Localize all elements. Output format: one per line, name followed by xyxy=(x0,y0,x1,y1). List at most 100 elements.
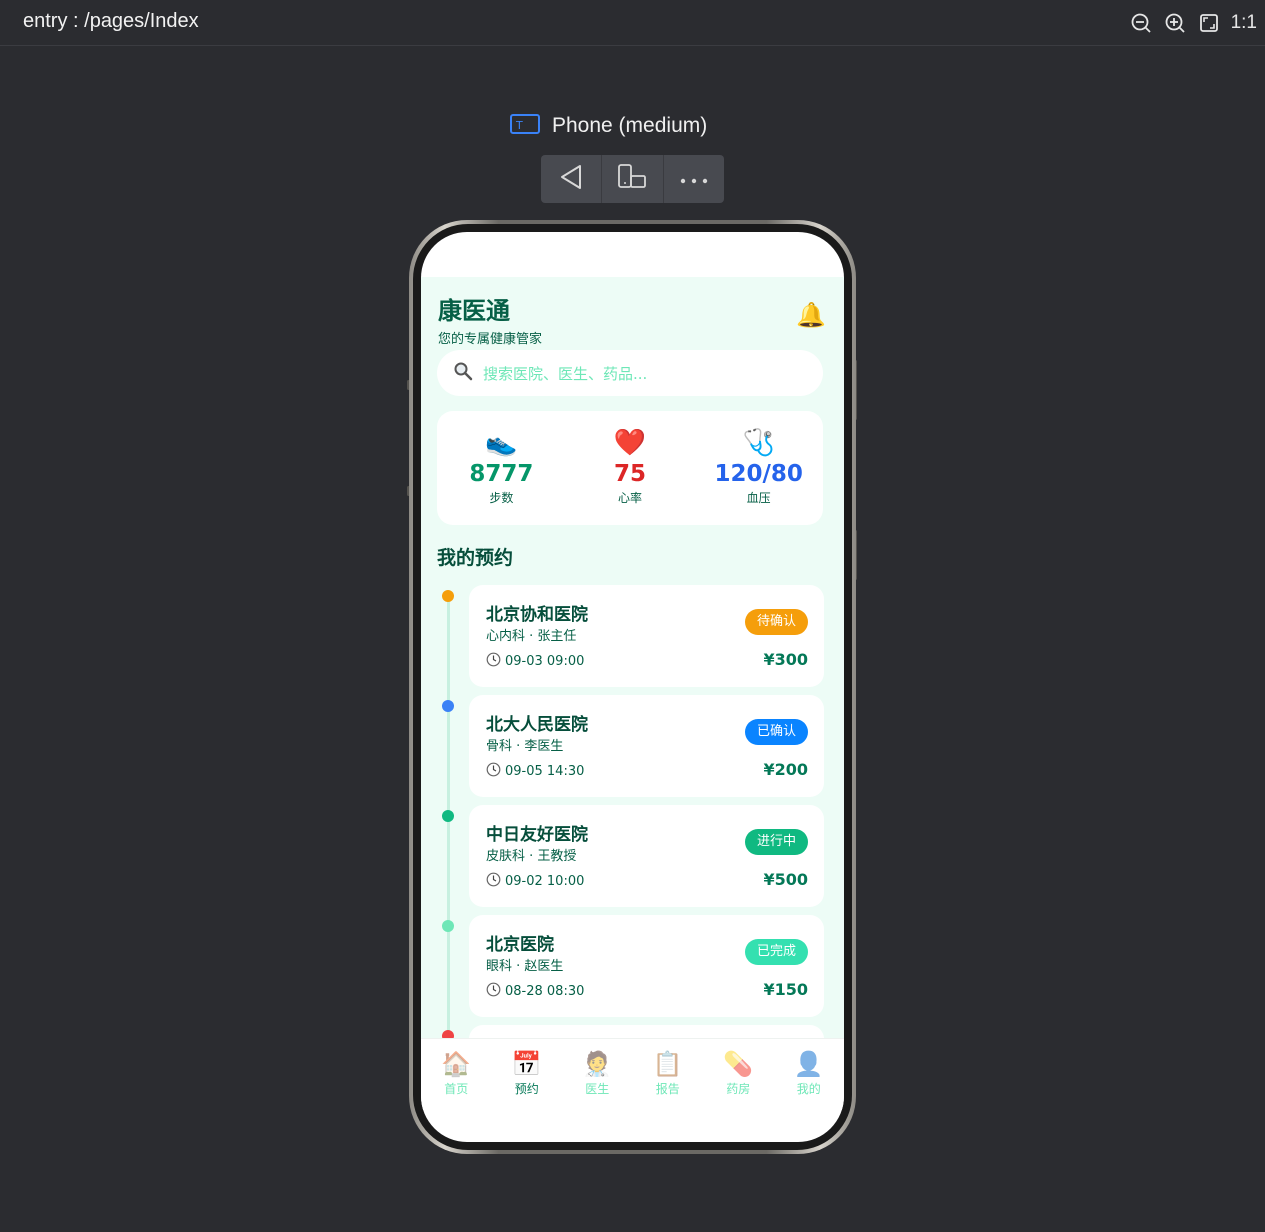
tab-calendar[interactable]: 📅 预约 xyxy=(492,1039,563,1110)
app-title: 康医通 xyxy=(438,297,510,325)
appointment-time: 09-05 14:30 xyxy=(486,762,584,781)
stat-value: 75 xyxy=(614,461,647,487)
stethoscope-icon: 🩺 xyxy=(742,428,775,458)
tab-user[interactable]: 👤 我的 xyxy=(774,1039,845,1110)
user-icon: 👤 xyxy=(793,1050,824,1078)
fit-screen-icon[interactable] xyxy=(1197,11,1221,35)
section-title: 我的预约 xyxy=(437,547,514,569)
appointment-card[interactable]: 中日友好医院皮肤科 · 王教授 09-02 10:00 进行中 ¥500 xyxy=(469,805,824,907)
search-icon xyxy=(453,361,473,385)
appointment-card[interactable]: 北大人民医院 骨科 · 李医生 09-05 14:30 已确认 ¥200 xyxy=(469,695,824,797)
phone-screen: 康医通 您的专属健康管家 🔔 搜索医院、医生、药品... 👟 8777 步数 ❤️ 75… xyxy=(421,232,844,1142)
ide-toolbar: entry : /pages/Index 1:1 xyxy=(0,0,1265,46)
health-stats-card: 👟 8777 步数 ❤️ 75 心率 🩺 120/80 血压 xyxy=(437,411,823,525)
search-input[interactable]: 搜索医院、医生、药品... xyxy=(483,363,647,384)
app-header: 康医通 您的专属健康管家 xyxy=(438,291,542,347)
timeline-dot xyxy=(442,920,454,932)
appointment-item: 北京协和医院心内科 · 张主任 09-03 09:00 待确认 ¥300 xyxy=(437,585,825,695)
back-triangle-icon xyxy=(558,163,584,195)
time-text: 09-02 10:00 xyxy=(505,874,585,889)
appointment-card[interactable]: 北京协和医院心内科 · 张主任 09-03 09:00 待确认 ¥300 xyxy=(469,585,824,687)
status-badge: 进行中 xyxy=(744,829,808,855)
department-doctor: 皮肤科 · 王教授 xyxy=(486,849,577,864)
zoom-tools: 1:1 xyxy=(1129,11,1257,35)
appointment-price: ¥300 xyxy=(763,650,808,669)
appointment-price: ¥200 xyxy=(763,760,808,779)
tab-label: 我的 xyxy=(796,1082,821,1096)
device-name: Phone (medium) xyxy=(552,114,708,137)
tab-house[interactable]: 🏠 首页 xyxy=(421,1039,492,1110)
department-doctor: 眼科 · 赵医生 xyxy=(486,959,564,974)
tab-label: 首页 xyxy=(444,1082,469,1096)
appointment-price: ¥150 xyxy=(763,980,808,999)
status-badge: 已完成 xyxy=(744,939,808,965)
zoom-in-icon[interactable] xyxy=(1163,11,1187,35)
tab-pill[interactable]: 💊 药房 xyxy=(703,1039,774,1110)
time-text: 08-28 08:30 xyxy=(505,984,585,999)
phone-bezel: 康医通 您的专属健康管家 🔔 搜索医院、医生、药品... 👟 8777 步数 ❤️ 75… xyxy=(413,224,852,1150)
actual-size-button[interactable]: 1:1 xyxy=(1231,12,1257,34)
appointment-timeline: 北京协和医院 心内科 · 张主任 09-03 09:00 待确认 ¥300 北大人民医院骨… xyxy=(437,585,825,1038)
clock-icon xyxy=(486,872,501,891)
rotate-button[interactable] xyxy=(602,155,664,203)
stat-item[interactable]: 👟 8777 步数 xyxy=(437,411,566,525)
stat-item[interactable]: ❤️ 75 心率 xyxy=(566,411,695,525)
stat-label: 血压 xyxy=(746,491,771,505)
appointment-time: 09-02 10:00 xyxy=(486,872,584,891)
appointment-time: 09-03 09:00 xyxy=(486,652,584,671)
appointment-item xyxy=(437,1025,825,1038)
clipboard-icon: 📋 xyxy=(652,1050,683,1078)
hospital-name: 北京医院 xyxy=(486,935,554,955)
app-content: 康医通 您的专属健康管家 🔔 搜索医院、医生、药品... 👟 8777 步数 ❤️ 75… xyxy=(421,277,844,1038)
app-subtitle: 您的专属健康管家 xyxy=(438,332,543,347)
device-controls xyxy=(541,155,724,203)
tab-label: 医生 xyxy=(585,1082,610,1096)
sneaker-icon: 👟 xyxy=(485,428,518,458)
tab-label: 药房 xyxy=(726,1082,751,1096)
svg-text:T: T xyxy=(515,119,523,132)
route-label: entry : /pages/Index xyxy=(23,10,199,32)
time-text: 09-03 09:00 xyxy=(505,654,585,669)
stat-value: 120/80 xyxy=(714,461,803,487)
tab-doctor[interactable]: 🧑‍⚕️ 医生 xyxy=(562,1039,633,1110)
timeline-dot xyxy=(442,590,454,602)
tab-clipboard[interactable]: 📋 报告 xyxy=(633,1039,704,1110)
bell-icon[interactable]: 🔔 xyxy=(796,301,826,329)
rotate-device-icon xyxy=(616,163,648,195)
device-frame-icon: T xyxy=(510,113,540,139)
timeline-dot xyxy=(442,810,454,822)
appointment-item: 北大人民医院 骨科 · 李医生 09-05 14:30 已确认 ¥200 xyxy=(437,695,825,805)
clock-icon xyxy=(486,652,501,671)
device-label: T Phone (medium) xyxy=(510,113,707,139)
appointment-card[interactable]: 北京医院眼科 · 赵医生 08-28 08:30 已完成 ¥150 xyxy=(469,915,824,1017)
status-badge: 待确认 xyxy=(744,609,808,635)
back-button[interactable] xyxy=(541,155,603,203)
appointment-time: 08-28 08:30 xyxy=(486,982,584,1001)
timeline-dot xyxy=(442,700,454,712)
time-text: 09-05 14:30 xyxy=(505,764,585,779)
appointment-item: 北京医院眼科 · 赵医生 08-28 08:30 已完成 ¥150 xyxy=(437,915,825,1025)
more-button[interactable] xyxy=(664,155,724,203)
tab-label: 预约 xyxy=(514,1082,539,1096)
timeline-dot xyxy=(442,1030,454,1038)
search-bar[interactable]: 搜索医院、医生、药品... xyxy=(437,350,823,396)
department-doctor: 心内科 · 张主任 xyxy=(486,629,577,644)
stat-label: 心率 xyxy=(618,491,643,505)
appointment-card[interactable] xyxy=(469,1025,824,1038)
zoom-out-icon[interactable] xyxy=(1129,11,1153,35)
tab-label: 报告 xyxy=(655,1082,680,1096)
house-icon: 🏠 xyxy=(441,1050,472,1078)
hospital-name: 中日友好医院 xyxy=(486,825,588,845)
heart-icon: ❤️ xyxy=(613,428,647,458)
pill-icon: 💊 xyxy=(723,1050,754,1078)
appointment-price: ¥500 xyxy=(763,870,808,889)
status-badge: 已确认 xyxy=(744,719,808,745)
calendar-icon: 📅 xyxy=(511,1050,542,1078)
hospital-name: 北京协和医院 xyxy=(486,605,588,625)
clock-icon xyxy=(486,762,501,781)
more-dots-icon xyxy=(679,170,709,189)
doctor-icon: 🧑‍⚕️ xyxy=(582,1050,613,1078)
bottom-tab-bar: 🏠 首页 📅 预约 🧑‍⚕️ 医生 📋 报告 💊 药房 👤 我的 xyxy=(421,1038,844,1110)
phone-frame: 康医通 您的专属健康管家 🔔 搜索医院、医生、药品... 👟 8777 步数 ❤️ 75… xyxy=(409,220,856,1154)
stat-item[interactable]: 🩺 120/80 血压 xyxy=(694,411,823,525)
